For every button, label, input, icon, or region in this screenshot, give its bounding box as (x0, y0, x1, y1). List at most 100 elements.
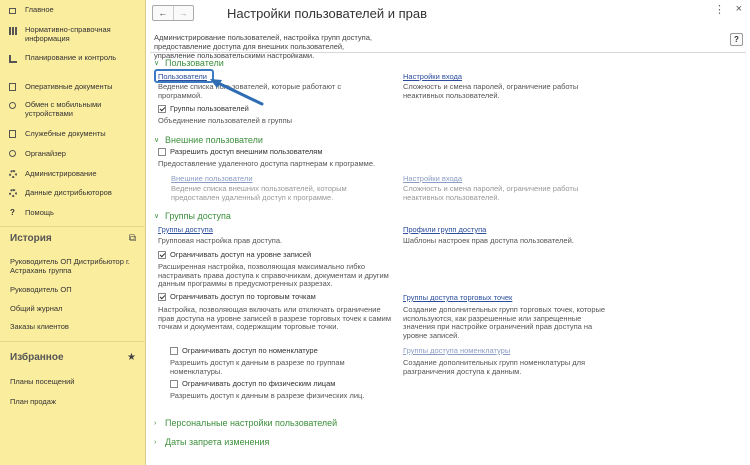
sidebar-item-label: Обмен с мобильными устройствами (25, 100, 102, 118)
user-groups-description: Объединение пользователей в группы (158, 116, 293, 125)
exchange-icon (8, 101, 17, 110)
external-users-link[interactable]: Внешние пользователи (171, 174, 253, 183)
chevron-down-icon: ∨ (154, 137, 160, 144)
reference-icon (8, 26, 17, 35)
home-icon (8, 5, 17, 14)
external-login-settings-link[interactable]: Настройки входа (403, 174, 462, 183)
nomenclature-groups-link[interactable]: Группы доступа номенклатуры (403, 346, 510, 355)
sidebar-item-help[interactable]: ? Помощь (0, 208, 146, 218)
distributor-icon (8, 188, 17, 197)
access-profiles-description: Шаблоны настроек прав доступа пользовате… (403, 236, 574, 245)
group-users-header[interactable]: ∨ Пользователи (154, 58, 224, 68)
forward-button[interactable]: → (172, 6, 194, 20)
group-title: Даты запрета изменения (165, 437, 270, 447)
individuals-access-checkbox[interactable]: Ограничивать доступ по физическим лицам (170, 379, 335, 388)
sidebar-item-service-docs[interactable]: Служебные документы (0, 129, 146, 139)
history-item[interactable]: Общий журнал (10, 304, 140, 313)
group-external-header[interactable]: ∨ Внешние пользователи (154, 135, 263, 145)
chevron-right-icon: › (154, 419, 157, 427)
group-access-header[interactable]: ∨ Группы доступа (154, 211, 231, 221)
sidebar-item-organizer[interactable]: Органайзер (0, 149, 146, 159)
sidebar-item-reference[interactable]: Нормативно-справочная информация (0, 25, 146, 45)
main-panel: ← → Настройки пользователей и прав ⋮ × А… (146, 0, 750, 465)
allow-external-checkbox[interactable]: Разрешить доступ внешним пользователям (158, 147, 323, 156)
history-item[interactable]: Заказы клиентов (10, 322, 140, 331)
sidebar-item-planning[interactable]: Планирование и контроль (0, 53, 146, 73)
history-header: История ⧉ (0, 228, 146, 250)
group-title: Внешние пользователи (165, 135, 263, 145)
highlight-frame (154, 69, 214, 83)
record-level-access-checkbox[interactable]: Ограничивать доступ на уровне записей (158, 250, 311, 259)
checkbox-label: Ограничивать доступ по торговым точкам (170, 292, 316, 301)
nomenclature-access-description: Разрешить доступ к данным в разрезе по г… (170, 358, 345, 376)
history-item[interactable]: Руководитель ОП Дистрибьютор г. Астрахан… (10, 257, 140, 275)
checkbox-unchecked[interactable] (158, 147, 166, 156)
group-closing-dates-header[interactable]: › Даты запрета изменения (154, 437, 269, 447)
history-title: История (10, 233, 52, 244)
sidebar-item-label: Главное (25, 5, 54, 14)
history-item[interactable]: Руководитель ОП (10, 285, 140, 294)
checkbox-label: Разрешить доступ внешним пользователям (170, 147, 323, 156)
group-title: Группы доступа (165, 211, 231, 221)
sidebar-item-label: Служебные документы (25, 129, 106, 138)
checkbox-label: Ограничивать доступ по физическим лицам (182, 379, 336, 388)
back-button[interactable]: ← (153, 6, 173, 20)
nomenclature-access-checkbox[interactable]: Ограничивать доступ по номенклатуре (170, 346, 318, 355)
service-doc-icon (8, 129, 17, 138)
sidebar-item-main[interactable]: Главное (0, 5, 146, 15)
help-icon: ? (10, 208, 15, 217)
sidebar-divider (0, 226, 146, 227)
sidebar-item-label: Органайзер (25, 149, 66, 158)
favorites-header: Избранное ★ (0, 347, 146, 369)
checkbox-checked[interactable] (158, 250, 166, 259)
document-icon (8, 82, 17, 91)
group-title: Персональные настройки пользователей (165, 418, 338, 428)
trade-points-access-checkbox[interactable]: Ограничивать доступ по торговым точкам (158, 292, 316, 301)
star-icon[interactable]: ★ (127, 352, 136, 363)
sidebar-item-mobile-exchange[interactable]: Обмен с мобильными устройствами (0, 100, 146, 120)
sidebar-item-label: Нормативно-справочная информация (25, 25, 111, 43)
favorites-item[interactable]: План продаж (10, 397, 140, 406)
more-menu-icon[interactable]: ⋮ (714, 3, 725, 16)
checkbox-label: Ограничивать доступ по номенклатуре (182, 346, 318, 355)
history-nav: ← → (152, 5, 194, 21)
access-profiles-link[interactable]: Профили групп доступа (403, 225, 486, 234)
access-groups-link[interactable]: Группы доступа (158, 225, 213, 234)
trade-points-groups-link[interactable]: Группы доступа торговых точек (403, 293, 512, 302)
chevron-right-icon: › (154, 438, 157, 446)
external-users-description: Ведение списка внешних пользователей, ко… (171, 184, 347, 202)
sidebar-item-label: Планирование и контроль (25, 53, 117, 62)
login-settings-link[interactable]: Настройки входа (403, 72, 462, 81)
sidebar-item-operational-docs[interactable]: Оперативные документы (0, 82, 146, 92)
help-button[interactable]: ? (730, 33, 743, 46)
chart-icon (8, 54, 17, 63)
checkbox-unchecked[interactable] (170, 346, 178, 355)
group-personal-settings-header[interactable]: › Персональные настройки пользователей (154, 418, 337, 428)
sidebar-item-label: Данные дистрибьюторов (25, 188, 112, 197)
divider (150, 52, 746, 53)
sidebar-item-label: Оперативные документы (25, 82, 113, 91)
sidebar: Главное Нормативно-справочная информация… (0, 0, 146, 465)
close-icon[interactable]: × (736, 3, 742, 15)
login-settings-description: Сложность и смена паролей, ограничение р… (403, 82, 579, 100)
checkbox-checked[interactable] (158, 292, 166, 301)
individuals-access-description: Разрешить доступ к данным в разрезе физи… (170, 391, 365, 400)
gear-icon (8, 169, 17, 178)
checkbox-unchecked[interactable] (170, 379, 178, 388)
allow-external-description: Предоставление удаленного доступа партне… (158, 159, 376, 168)
trade-points-groups-description: Создание дополнительных групп торговых т… (403, 305, 606, 340)
checkbox-checked[interactable] (158, 104, 166, 113)
sidebar-item-distributor-data[interactable]: Данные дистрибьюторов (0, 188, 146, 198)
favorites-item[interactable]: Планы посещений (10, 377, 140, 386)
chevron-down-icon: ∨ (154, 213, 160, 220)
page-description: Администрирование пользователей, настрой… (154, 33, 372, 60)
sidebar-item-administration[interactable]: Администрирование (0, 169, 146, 179)
favorites-title: Избранное (10, 352, 64, 363)
chevron-down-icon: ∨ (154, 60, 160, 67)
sidebar-item-label: Администрирование (25, 169, 97, 178)
organizer-icon (8, 149, 17, 158)
external-login-settings-description: Сложность и смена паролей, ограничение р… (403, 184, 579, 202)
copy-icon[interactable]: ⧉ (129, 233, 136, 244)
annotation-arrow (210, 79, 264, 106)
checkbox-label: Ограничивать доступ на уровне записей (170, 250, 312, 259)
